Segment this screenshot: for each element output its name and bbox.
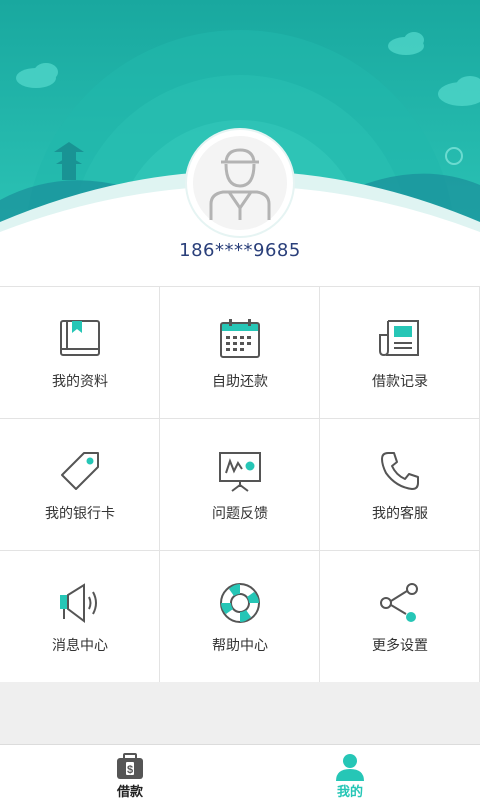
megaphone-icon: [60, 583, 97, 623]
menu-item-my-profile[interactable]: 我的资料: [0, 287, 160, 419]
menu-item-message-center[interactable]: 消息中心: [0, 551, 160, 683]
menu-item-label: 我的资料: [52, 374, 108, 390]
svg-text:$: $: [127, 764, 133, 776]
menu-item-label: 消息中心: [52, 638, 108, 654]
tab-loan[interactable]: $ 借款: [10, 745, 250, 800]
user-avatar-icon: [209, 148, 271, 220]
presentation-board-icon: [219, 452, 261, 492]
tab-mine[interactable]: 我的: [230, 745, 470, 800]
menu-item-label: 帮助中心: [212, 638, 268, 654]
menu-item-my-bank-card[interactable]: 我的银行卡: [0, 419, 160, 551]
bottom-tab-bar: $ 借款 我的: [0, 744, 480, 800]
menu-item-label: 自助还款: [212, 374, 268, 390]
avatar[interactable]: [187, 130, 293, 236]
menu-item-loan-records[interactable]: 借款记录: [320, 287, 480, 419]
menu-item-more-settings[interactable]: 更多设置: [320, 551, 480, 683]
calendar-icon: [220, 319, 260, 358]
empty-area: [0, 682, 480, 744]
menu-item-help-center[interactable]: 帮助中心: [160, 551, 320, 683]
menu-item-self-repayment[interactable]: 自助还款: [160, 287, 320, 419]
menu-item-feedback[interactable]: 问题反馈: [160, 419, 320, 551]
menu-item-customer-service[interactable]: 我的客服: [320, 419, 480, 551]
profile-book-icon: [60, 320, 100, 356]
tag-icon: [61, 452, 99, 490]
menu-item-label: 我的银行卡: [45, 506, 115, 522]
share-icon: [380, 583, 418, 622]
lifebuoy-icon: [220, 583, 260, 623]
user-phone-number: 186****9685: [179, 240, 301, 261]
tab-label: 我的: [336, 785, 363, 800]
menu-item-label: 更多设置: [372, 638, 428, 654]
menu-item-label: 我的客服: [372, 506, 428, 522]
phone-icon: [381, 452, 419, 490]
profile-header: 186****9685: [0, 0, 480, 286]
newspaper-icon: [379, 320, 419, 357]
menu-item-label: 问题反馈: [212, 506, 268, 522]
tab-label: 借款: [116, 785, 143, 800]
profile-page: 186****9685 我的资料 自助还款 借款记录 我的银行卡 问题反馈 我的…: [0, 0, 480, 800]
wallet-icon: $: [117, 753, 143, 779]
user-icon: [336, 754, 364, 781]
menu-grid: 我的资料 自助还款 借款记录 我的银行卡 问题反馈 我的客服 消息中心 帮助中心…: [0, 286, 480, 683]
menu-item-label: 借款记录: [372, 374, 428, 390]
